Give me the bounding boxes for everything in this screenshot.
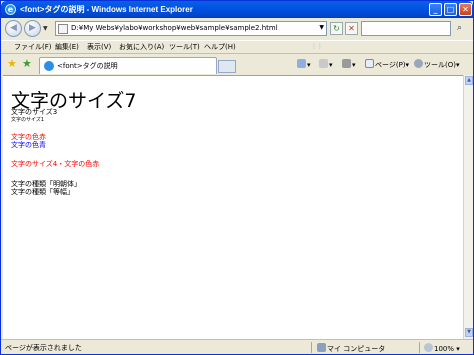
status-divider [311,342,312,353]
title-bar[interactable]: e <font>タグの説明 - Windows Internet Explore… [1,1,473,18]
history-dropdown-icon[interactable]: ▼ [43,25,48,32]
menu-view[interactable]: 表示(V) [87,42,111,52]
window-title: <font>タグの説明 - Windows Internet Explorer [20,5,193,14]
ie-icon: e [5,4,16,15]
menu-edit[interactable]: 編集(E) [55,42,79,52]
address-bar[interactable]: D:¥My Webs¥ylabo¥workshop¥web¥sample¥sam… [55,21,327,36]
vertical-scrollbar[interactable]: ▲ ▼ [463,75,473,339]
scroll-down-icon[interactable]: ▼ [465,328,473,337]
zoom-control[interactable]: 100% ▾ [424,343,460,353]
refresh-icon[interactable]: ↻ [330,22,343,35]
text-size4-red: 文字のサイズ4・文字の色赤 [11,160,100,168]
ie-tab-icon [44,61,54,71]
back-icon[interactable]: ◀ [5,20,22,37]
tab-label: <font>タグの説明 [57,62,118,70]
status-text: ページが表示されました [5,344,82,352]
zoom-icon [424,343,433,352]
security-zone: マイ コンピュータ [317,343,385,354]
address-url[interactable]: D:¥My Webs¥ylabo¥workshop¥web¥sample¥sam… [71,24,278,32]
forward-icon[interactable]: ▶ [24,20,41,37]
text-face-tohaba: 文字の種類「等幅」 [11,188,74,196]
search-icon[interactable]: ⌕ [453,22,466,35]
page-menu-label: ページ(P) [375,61,406,69]
search-input[interactable] [361,21,451,36]
zoom-level: 100% [434,345,455,353]
maximize-button[interactable]: □ [444,3,457,16]
print-icon[interactable]: ▾ [342,59,356,69]
address-row: ◀ ▶ ▼ D:¥My Webs¥ylabo¥workshop¥web¥samp… [1,18,473,40]
scroll-up-icon[interactable]: ▲ [465,76,473,85]
add-favorites-icon[interactable]: ★ [22,57,32,70]
home-icon[interactable]: ▾ [297,59,311,69]
tools-icon [414,59,423,68]
page-content: 文字のサイズ7 文字のサイズ3 文字のサイズ1 文字の色赤 文字の色青 文字のサ… [3,75,463,339]
page-icon [365,59,374,68]
menu-tools[interactable]: ツール(T) [169,42,200,52]
page-menu[interactable]: ページ(P)▾ [365,59,409,70]
minimize-button[interactable]: _ [429,3,442,16]
new-tab-button[interactable] [218,60,236,73]
stop-icon[interactable]: ✕ [345,22,358,35]
feeds-icon[interactable]: ▾ [319,59,333,69]
close-button[interactable]: ✕ [459,3,472,16]
status-divider-2 [419,342,420,353]
zone-label: マイ コンピュータ [327,345,386,353]
tools-menu-label: ツール(O) [424,61,456,69]
menu-gripper: ⋮⋮ [311,43,323,50]
status-bar: ページが表示されました マイ コンピュータ 100% ▾ [1,339,473,354]
menu-file[interactable]: ファイル(F) [14,42,52,52]
menu-help[interactable]: ヘルプ(H) [204,42,236,52]
favorites-star-icon[interactable]: ★ [7,57,17,70]
address-dropdown-icon[interactable]: ▼ [319,24,324,31]
tab-row: ★ ★ <font>タグの説明 ▾ ▾ ▾ ページ(P)▾ ツール(O)▾ [1,53,473,74]
computer-icon [317,343,326,352]
tools-menu[interactable]: ツール(O)▾ [414,59,460,70]
ie-window: e <font>タグの説明 - Windows Internet Explore… [0,0,474,355]
menu-bar: ファイル(F) 編集(E) 表示(V) お気に入り(A) ツール(T) ヘルプ(… [1,40,473,53]
text-color-blue: 文字の色青 [11,141,46,149]
tab-current[interactable]: <font>タグの説明 [39,57,217,74]
menu-favorites[interactable]: お気に入り(A) [119,42,164,52]
page-file-icon [58,24,68,34]
text-size1: 文字のサイズ1 [11,117,45,123]
